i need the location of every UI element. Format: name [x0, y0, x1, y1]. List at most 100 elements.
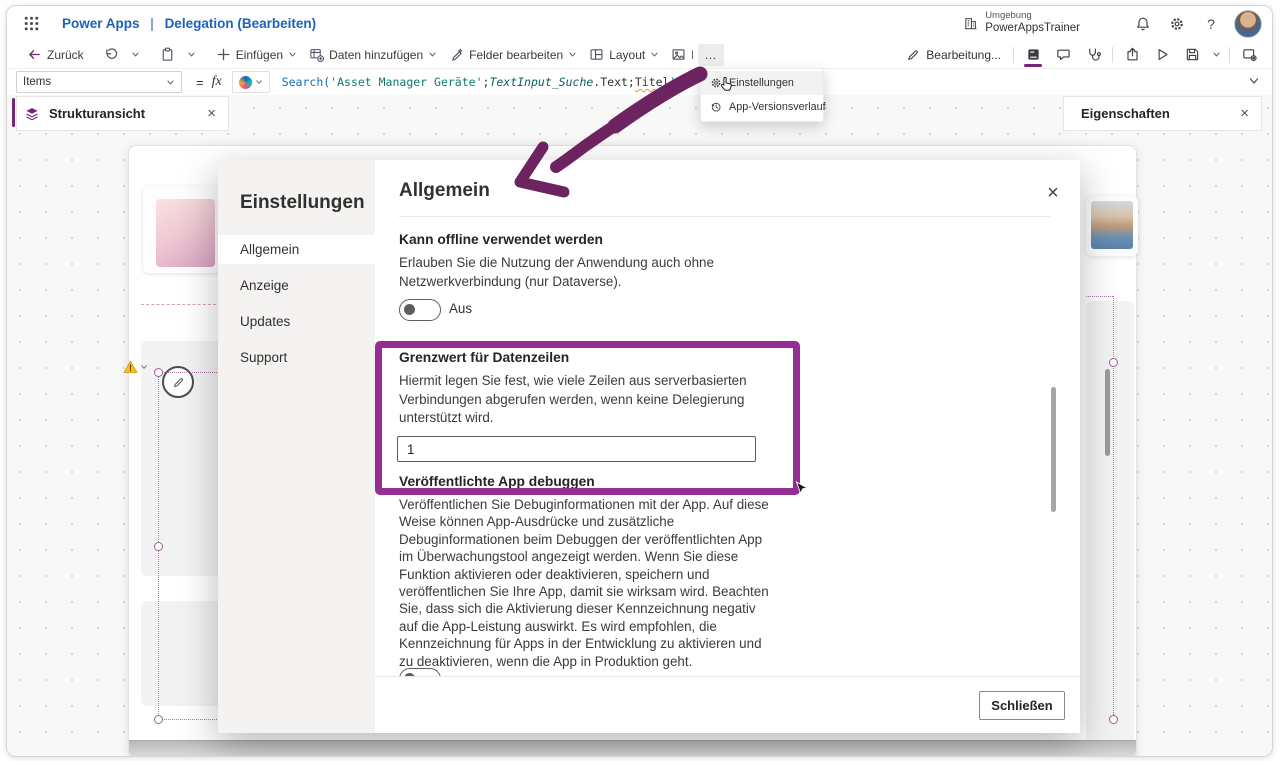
divider [1229, 46, 1230, 63]
selection-handle[interactable] [1109, 715, 1118, 724]
selection-handle[interactable] [154, 368, 163, 377]
dashed-guide [141, 304, 216, 305]
table-add-icon [309, 47, 324, 62]
gear-icon [1169, 16, 1185, 32]
title-bar-right: Umgebung PowerAppsTrainer ? [963, 6, 1262, 41]
property-selector[interactable]: Items [16, 71, 182, 93]
undo-menu-button[interactable] [125, 47, 146, 62]
help-button[interactable]: ? [1194, 9, 1228, 39]
dialog-footer: Schließen [375, 676, 1080, 733]
selection-handle[interactable] [154, 542, 163, 551]
row-limit-input[interactable] [397, 436, 756, 462]
settings-gear-button[interactable] [1160, 9, 1194, 39]
selection-handle[interactable] [1109, 358, 1118, 367]
formula-bar: Items = fx Search('Asset Manager Geräte'… [7, 68, 1272, 96]
dialog-close-button[interactable]: × [1040, 180, 1066, 206]
properties-tab[interactable]: Eigenschaften × [1063, 96, 1262, 131]
environment-picker[interactable]: Umgebung PowerAppsTrainer [963, 10, 1080, 35]
save-options-button[interactable] [1207, 43, 1225, 67]
layout-button[interactable]: Layout [583, 44, 665, 65]
layers-icon [24, 106, 40, 122]
undo-button[interactable] [98, 44, 125, 65]
divider [1013, 46, 1014, 63]
formula-bar-expand-chevron[interactable] [1248, 75, 1260, 87]
power-apps-window: Power Apps | Delegation (Bearbeiten) Umg… [6, 5, 1273, 757]
offline-toggle[interactable] [399, 299, 441, 321]
chevron-down-icon [428, 50, 437, 59]
dialog-scrollbar[interactable] [1051, 387, 1056, 512]
nav-item-anzeige[interactable]: Anzeige [218, 271, 375, 300]
notifications-button[interactable] [1126, 9, 1160, 39]
settings-nav: Einstellungen Allgemein Anzeige Updates … [218, 160, 375, 733]
app-checker-button[interactable] [1078, 43, 1108, 67]
chevron-down-icon [187, 50, 196, 59]
add-data-button[interactable]: Daten hinzufügen [303, 44, 443, 65]
divider [399, 216, 1050, 217]
command-bar-right: Bearbeitung... [898, 41, 1264, 68]
menu-item-app-versionsverlauf[interactable]: App-Versionsverlauf [701, 95, 826, 119]
gallery-card-placeholder [141, 601, 221, 706]
more-commands-menu: Einstellungen App-Versionsverlauf [700, 68, 826, 122]
pencil-icon [172, 376, 185, 389]
stethoscope-icon [1086, 47, 1101, 62]
waffle-icon[interactable] [23, 15, 40, 32]
nav-item-allgemein[interactable]: Allgemein [218, 235, 375, 264]
building-icon [963, 16, 978, 31]
offline-section-title: Kann offline verwendet werden [399, 232, 603, 247]
chevron-down-icon [140, 363, 148, 371]
settings-dialog: Einstellungen Allgemein Anzeige Updates … [218, 160, 1080, 733]
background-image-icon [671, 47, 686, 62]
chevron-down-icon [166, 78, 175, 87]
close-dialog-button[interactable]: Schließen [979, 691, 1065, 720]
gallery-scrollbar[interactable] [1105, 369, 1110, 456]
equals-sign: = [196, 74, 204, 90]
edit-record-button[interactable] [162, 366, 194, 398]
clipboard-icon [160, 47, 175, 62]
more-commands-button[interactable]: … [698, 44, 724, 66]
editing-mode-dropdown[interactable]: Bearbeitung... [898, 48, 1009, 62]
command-bar: Zurück Einfügen Daten hinzufügen Felder [7, 41, 1272, 68]
screen-gear-icon [1242, 47, 1257, 62]
pencil-icon [906, 48, 920, 62]
play-icon [1155, 47, 1170, 62]
insert-button[interactable]: Einfügen [210, 44, 303, 65]
share-button[interactable] [1117, 43, 1147, 67]
selection-handle[interactable] [154, 715, 163, 724]
edit-fields-button[interactable]: Felder bearbeiten [443, 44, 583, 65]
preview-button[interactable] [1147, 43, 1177, 67]
tree-view-tab[interactable]: Strukturansicht × [16, 96, 229, 131]
delegation-warning[interactable] [123, 360, 148, 374]
properties-tab-label: Eigenschaften [1081, 106, 1170, 121]
paste-menu-button[interactable] [181, 47, 202, 62]
copilot-button[interactable] [231, 71, 270, 93]
debug-section-description: Veröffentlichen Sie Debuginformationen m… [399, 497, 769, 669]
book-icon [1026, 47, 1041, 62]
selection-border [158, 719, 219, 720]
nav-item-updates[interactable]: Updates [218, 307, 375, 336]
tree-view-tab-label: Strukturansicht [49, 106, 146, 121]
close-icon[interactable]: × [1240, 105, 1249, 122]
command-bar-left: Zurück Einfügen Daten hinzufügen Felder [21, 44, 693, 65]
comments-button[interactable] [1048, 43, 1078, 67]
save-button[interactable] [1177, 43, 1207, 67]
profile-photo [1091, 201, 1133, 249]
comment-icon [1056, 47, 1071, 62]
formula-input[interactable]: Search('Asset Manager Geräte';TextInput_… [282, 75, 677, 89]
menu-item-einstellungen[interactable]: Einstellungen [701, 71, 823, 95]
divider [1112, 46, 1113, 63]
close-icon[interactable]: × [207, 105, 216, 122]
settings-page-heading: Allgemein [399, 180, 490, 201]
back-button[interactable]: Zurück [21, 44, 90, 65]
paste-button[interactable] [154, 44, 181, 65]
app-authoring-button[interactable] [1018, 43, 1048, 67]
background-color-button[interactable]: Hintergrundfarbe [665, 44, 693, 65]
app-name[interactable]: Power Apps [62, 16, 140, 31]
debug-section-title: Veröffentlichte App debuggen [399, 474, 595, 489]
settings-dialog-title: Einstellungen [240, 192, 365, 213]
nav-item-support[interactable]: Support [218, 343, 375, 372]
publish-button[interactable] [1234, 43, 1264, 67]
user-avatar[interactable] [1234, 9, 1262, 38]
undo-icon [104, 47, 119, 62]
gallery-item-image[interactable] [156, 199, 215, 267]
row-limit-section-title: Grenzwert für Datenzeilen [399, 350, 570, 365]
